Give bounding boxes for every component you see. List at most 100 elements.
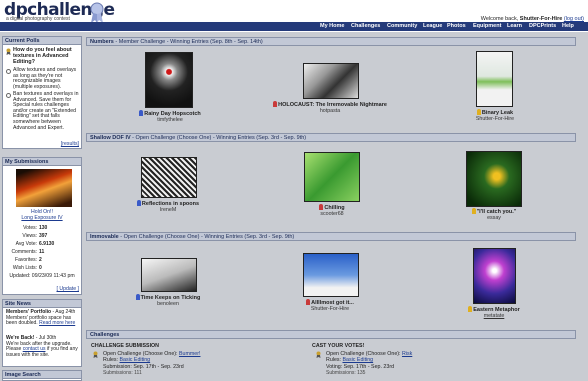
- nav-photos[interactable]: Photos: [447, 23, 466, 29]
- entry-title[interactable]: Reflections in spoons: [118, 200, 218, 207]
- stat-label: Votes:: [23, 225, 37, 231]
- site-header: dpchallenge a digital photography contes…: [0, 0, 588, 32]
- news-item-2: We're Back! - Jul 30th We're back after …: [6, 335, 81, 358]
- stat-label: Views:: [22, 233, 37, 239]
- entry-user[interactable]: Shutter-For-Hire: [455, 116, 535, 122]
- section-name-link[interactable]: Immovable: [90, 234, 119, 240]
- section-desc: - Open Challenge (Choose One) - Winning …: [118, 234, 295, 240]
- entry-title[interactable]: HOLOCAUST: The Irremovable Nightmare: [260, 101, 400, 108]
- poll-option-2-radio[interactable]: [6, 93, 11, 98]
- rules-label: Rules:: [326, 357, 342, 363]
- entry-title[interactable]: Time Keeps on Ticking: [118, 294, 218, 301]
- section-shallow-dof-header: Shallow DOF IV - Open Challenge (Choose …: [86, 133, 576, 142]
- entry-photo-chilling[interactable]: [304, 152, 360, 202]
- poll-question: How do you feel about textures in Advanc…: [13, 47, 72, 65]
- rules-label: Rules:: [103, 357, 119, 363]
- section-numbers-header: Numbers - Member Challenge - Winning Ent…: [86, 37, 576, 46]
- nav-my-home[interactable]: My Home: [320, 23, 344, 29]
- nav-league[interactable]: League: [423, 23, 442, 29]
- challenges-header: Challenges: [86, 330, 576, 339]
- stat-value[interactable]: 11: [39, 249, 44, 255]
- vote-risk-link[interactable]: Risk: [402, 351, 412, 357]
- nav-equipment[interactable]: Equipment: [473, 23, 501, 29]
- nav-help[interactable]: Help: [562, 23, 574, 29]
- update-link[interactable]: [ Update ]: [57, 286, 80, 292]
- site-news-box: Site News Members' Portfolio - Aug 24th …: [2, 299, 82, 367]
- entry-photo-allllmost-got-it[interactable]: [303, 253, 359, 297]
- entry-title[interactable]: Eastern Metaphor: [444, 306, 544, 313]
- entry-title[interactable]: Rainy Day Hopscotch: [120, 110, 220, 117]
- entry-title[interactable]: Allllmost got it...: [275, 299, 385, 306]
- cast-votes-heading: CAST YOUR VOTES!: [312, 343, 365, 349]
- entry-title[interactable]: "I'll catch you.": [444, 208, 544, 215]
- entry-photo-eastern-metaphor[interactable]: [473, 248, 516, 304]
- poll-results-link[interactable]: [results]: [61, 141, 79, 147]
- ribbon-icon: [468, 306, 473, 312]
- rules-basic-editing-link[interactable]: Basic Editing: [343, 357, 374, 363]
- entry-user[interactable]: timfythelee: [120, 117, 220, 123]
- nav-dpcprints[interactable]: DPCPrints: [529, 23, 556, 29]
- section-name-link[interactable]: Shallow DOF IV: [90, 135, 131, 141]
- entry-photo-time-keeps-on-ticking[interactable]: [141, 258, 197, 292]
- challenge-ribbon-icon: [93, 351, 98, 358]
- stat-comments: Comments: 11: [7, 249, 79, 255]
- stat-value: 2: [39, 257, 42, 263]
- vote-type: Open Challenge (Choose One):: [326, 350, 401, 357]
- my-submissions-box: My Submissions Hold On!! Long Exposure I…: [2, 157, 82, 295]
- news-title: Site News: [3, 300, 81, 308]
- submission-challenge-link[interactable]: Long Exposure IV: [3, 215, 81, 221]
- main-nav: My Home Challenges Community League Phot…: [0, 22, 588, 31]
- nav-community[interactable]: Community: [387, 23, 417, 29]
- entry-user[interactable]: scooter68: [282, 211, 382, 217]
- entry-photo-ill-catch-you[interactable]: [466, 151, 522, 207]
- stat-label: Wish Lists:: [12, 265, 37, 271]
- stat-value: 0: [39, 265, 42, 271]
- entry-user[interactable]: IreneM: [118, 207, 218, 213]
- poll-ribbon-icon: [6, 48, 11, 55]
- entry-photo-binary-leak[interactable]: [476, 51, 513, 107]
- submission-thumbnail[interactable]: [16, 169, 72, 207]
- stat-favorites: Favorites: 2: [7, 257, 79, 263]
- entry-user[interactable]: benoleen: [118, 301, 218, 307]
- section-desc: - Member Challenge - Winning Entries (Se…: [113, 39, 263, 45]
- vote-submission-count: Submissions: 135: [326, 370, 366, 376]
- poll-option-2[interactable]: Ban textures and overlays in Advanced. S…: [13, 91, 81, 131]
- entry-user[interactable]: hotpasta: [260, 108, 400, 114]
- nav-learn[interactable]: Learn: [507, 23, 522, 29]
- stat-label: Avg Vote:: [15, 241, 37, 247]
- news-read-more-link[interactable]: Read more here: [39, 320, 75, 326]
- ribbon-icon: [273, 101, 278, 107]
- stat-label: Favorites:: [15, 257, 37, 263]
- stat-views: Views: 397: [7, 233, 79, 239]
- ribbon-icon: [306, 299, 311, 305]
- entry-photo-holocaust[interactable]: [303, 63, 359, 99]
- image-search-title: Image Search: [3, 371, 81, 379]
- challenge-submission-panel: CHALLENGE SUBMISSION Open Challenge (Cho…: [91, 343, 291, 377]
- entry-title[interactable]: Chilling: [282, 204, 382, 211]
- challenge-bummer-link[interactable]: Bummer!: [179, 351, 201, 357]
- ribbon-icon: [471, 208, 476, 214]
- stat-wish-lists: Wish Lists: 0: [7, 265, 79, 271]
- stat-value: 130: [39, 225, 48, 231]
- submissions-title: My Submissions: [3, 158, 81, 166]
- poll-option-1[interactable]: Allow textures and overlays as long as t…: [13, 67, 81, 90]
- image-search-box: Image Search: [2, 370, 82, 381]
- entry-user[interactable]: metatate: [444, 313, 544, 319]
- entry-photo-reflections-in-spoons[interactable]: [141, 157, 197, 198]
- stat-avg-vote: Avg Vote: 6.9130: [7, 241, 79, 247]
- ribbon-icon: [135, 294, 140, 300]
- poll-option-1-radio[interactable]: [6, 69, 11, 74]
- entry-user[interactable]: essay: [444, 215, 544, 221]
- stat-votes: Votes: 130: [7, 225, 79, 231]
- challenge-type: Open Challenge (Choose One):: [103, 350, 178, 357]
- polls-box: Current Polls How do you feel about text…: [2, 36, 82, 149]
- entry-user[interactable]: Shutter-For-Hire: [275, 306, 385, 312]
- entry-title[interactable]: Binary Leak: [455, 109, 535, 116]
- challenges-title: Challenges: [90, 332, 120, 338]
- nav-challenges[interactable]: Challenges: [351, 23, 380, 29]
- submission-updated: Updated: 09/23/09 11:43 pm: [9, 273, 75, 279]
- entry-photo-rainy-day-hopscotch[interactable]: [145, 52, 193, 108]
- news-item-1: Members' Portfolio - Aug 24th Members' p…: [6, 309, 81, 327]
- rules-basic-editing-link[interactable]: Basic Editing: [120, 357, 151, 363]
- section-name-link[interactable]: Numbers: [90, 39, 114, 45]
